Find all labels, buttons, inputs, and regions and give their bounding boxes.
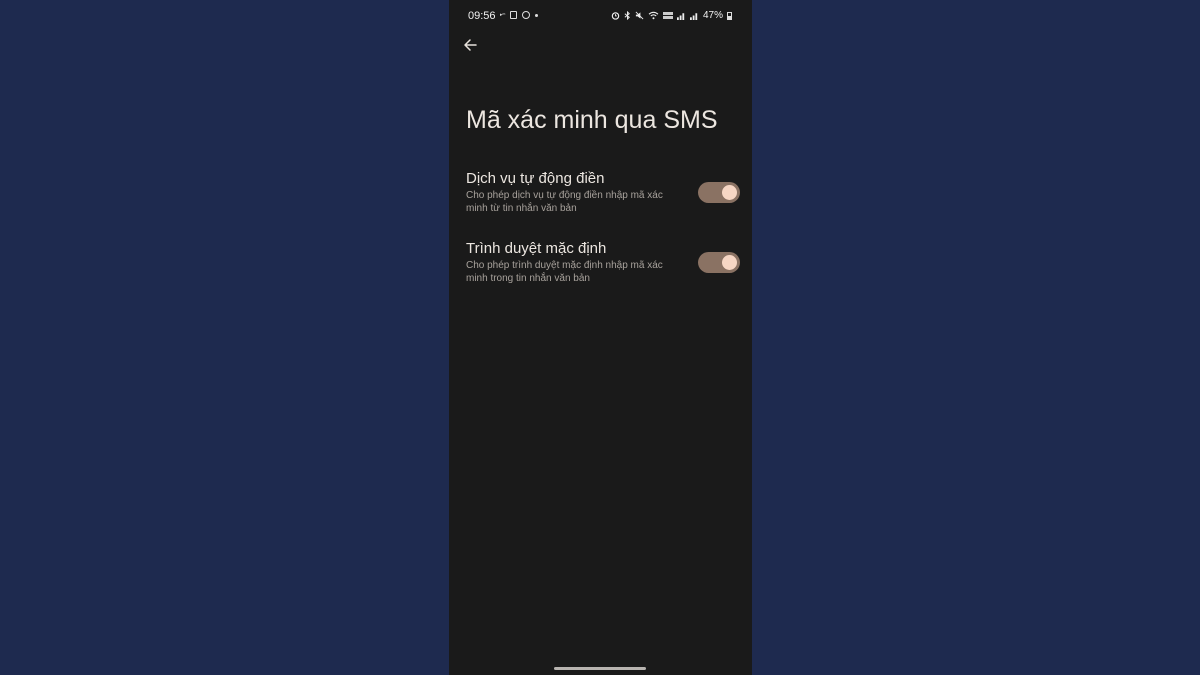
more-dot-icon — [535, 13, 539, 17]
volte-icon — [662, 12, 673, 19]
setting-description: Cho phép dịch vụ tự động điền nhập mã xá… — [466, 190, 663, 214]
signal-icon — [676, 13, 685, 20]
arrow-left-icon — [464, 39, 477, 51]
mute-icon — [635, 11, 644, 20]
home-indicator[interactable] — [554, 667, 646, 670]
battery-percent: 47% — [702, 10, 723, 21]
toggle-knob — [722, 255, 737, 270]
status-bar: 09:56 ▸ᵐ 47% — [449, 0, 752, 34]
back-button[interactable] — [461, 36, 479, 54]
autofill-service-toggle[interactable] — [698, 182, 740, 203]
alarm-icon — [611, 12, 620, 20]
messenger-icon — [522, 11, 531, 19]
setting-autofill-service[interactable]: Dịch vụ tự động điền Cho phép dịch vụ tự… — [466, 170, 740, 215]
status-time: 09:56 — [468, 10, 496, 22]
default-browser-toggle[interactable] — [698, 252, 740, 273]
toggle-knob — [722, 185, 737, 200]
setting-default-browser[interactable]: Trình duyệt mặc định Cho phép trình duyệ… — [466, 240, 740, 285]
setting-description: Cho phép trình duyệt mặc định nhập mã xá… — [466, 260, 663, 284]
setting-title: Dịch vụ tự động điền — [466, 170, 605, 187]
wifi-icon — [648, 11, 659, 20]
bluetooth-icon — [624, 11, 630, 20]
video-icon: ▸ᵐ — [500, 12, 506, 18]
page-title: Mã xác minh qua SMS — [466, 106, 718, 134]
app-notification-icon — [510, 11, 518, 19]
setting-title: Trình duyệt mặc định — [466, 240, 607, 257]
phone-screen: 09:56 ▸ᵐ 47% Mã xác minh qua SMS Dịch vụ… — [449, 0, 752, 675]
signal-icon — [689, 13, 698, 20]
status-right-icons: 47% — [611, 10, 732, 21]
status-left-icons: ▸ᵐ — [500, 11, 539, 19]
battery-icon — [727, 11, 732, 20]
